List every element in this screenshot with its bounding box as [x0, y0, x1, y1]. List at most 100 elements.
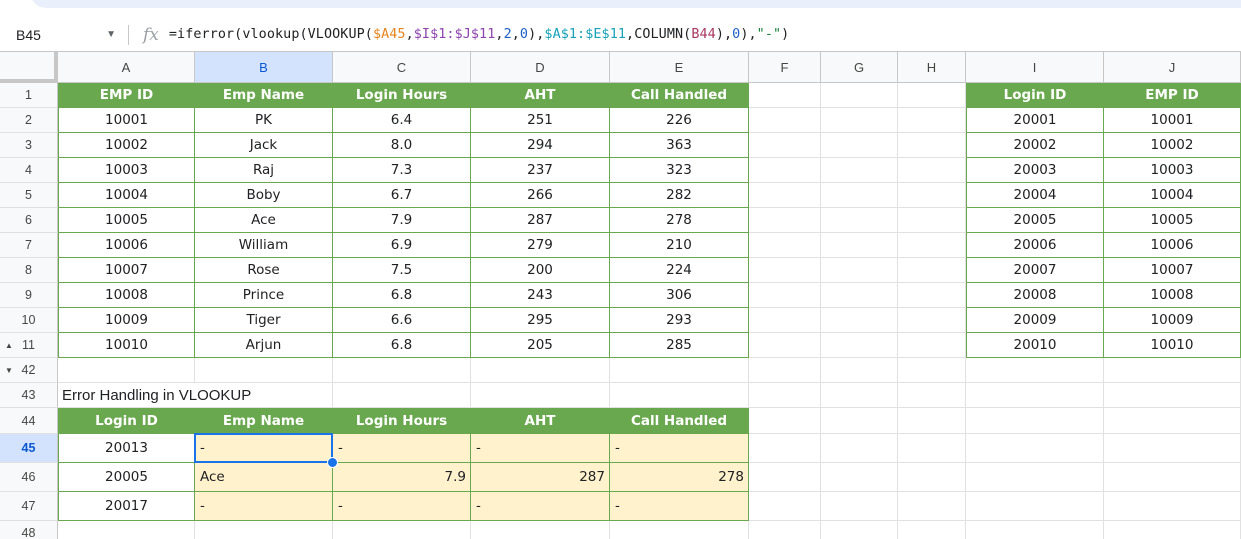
- cell[interactable]: [195, 383, 333, 408]
- table-cell[interactable]: 6.8: [333, 283, 471, 308]
- lookup-cell[interactable]: 20006: [966, 233, 1104, 258]
- table-cell[interactable]: 295: [471, 308, 610, 333]
- column-header-a[interactable]: A: [58, 52, 195, 83]
- cell[interactable]: [898, 434, 966, 463]
- column-header-h[interactable]: H: [898, 52, 966, 83]
- table-cell[interactable]: 10003: [58, 158, 195, 183]
- table-header-cell[interactable]: AHT: [471, 83, 610, 108]
- cell[interactable]: [821, 434, 898, 463]
- cell[interactable]: [471, 358, 610, 383]
- cell[interactable]: [821, 233, 898, 258]
- table-cell[interactable]: 266: [471, 183, 610, 208]
- cell[interactable]: [821, 283, 898, 308]
- table-cell[interactable]: 323: [610, 158, 749, 183]
- cell[interactable]: [821, 258, 898, 283]
- lookup-cell[interactable]: 10010: [1104, 333, 1241, 358]
- cell[interactable]: [749, 183, 821, 208]
- cell[interactable]: [898, 158, 966, 183]
- cell[interactable]: [898, 83, 966, 108]
- formula-input[interactable]: =iferror(vlookup(VLOOKUP($A45,$I$1:$J$11…: [169, 27, 789, 42]
- cell[interactable]: [898, 383, 966, 408]
- lookup-header-cell[interactable]: EMP ID: [1104, 83, 1241, 108]
- cell[interactable]: [966, 521, 1104, 539]
- table-cell[interactable]: 6.9: [333, 233, 471, 258]
- table-header-cell[interactable]: EMP ID: [58, 83, 195, 108]
- cell[interactable]: [1104, 492, 1241, 521]
- login-id-cell[interactable]: 20013: [58, 434, 195, 463]
- cell[interactable]: [821, 108, 898, 133]
- cell[interactable]: [749, 158, 821, 183]
- cell[interactable]: [821, 358, 898, 383]
- cell[interactable]: [898, 333, 966, 358]
- row-header-4[interactable]: 4: [0, 158, 58, 183]
- table-header-cell[interactable]: Call Handled: [610, 83, 749, 108]
- column-header-f[interactable]: F: [749, 52, 821, 83]
- cell[interactable]: [1104, 383, 1241, 408]
- cell[interactable]: [610, 383, 749, 408]
- cell[interactable]: [821, 308, 898, 333]
- login-id-cell[interactable]: 20005: [58, 463, 195, 492]
- row-header-2[interactable]: 2: [0, 108, 58, 133]
- column-header-j[interactable]: J: [1104, 52, 1241, 83]
- row-header-46[interactable]: 46: [0, 463, 58, 492]
- column-header-d[interactable]: D: [471, 52, 610, 83]
- row-header-42[interactable]: ▼ 42: [0, 358, 58, 383]
- column-header-i[interactable]: I: [966, 52, 1104, 83]
- table-cell[interactable]: 10008: [58, 283, 195, 308]
- section-title[interactable]: Error Handling in VLOOKUP: [58, 383, 251, 408]
- cell[interactable]: [749, 133, 821, 158]
- select-all-corner[interactable]: [0, 52, 58, 83]
- table-cell[interactable]: 224: [610, 258, 749, 283]
- table-cell[interactable]: 10004: [58, 183, 195, 208]
- column-header-b[interactable]: B: [195, 52, 333, 83]
- login-id-cell[interactable]: 20017: [58, 492, 195, 521]
- cell[interactable]: [898, 492, 966, 521]
- table-cell[interactable]: 10002: [58, 133, 195, 158]
- cell[interactable]: [966, 463, 1104, 492]
- cell[interactable]: [749, 83, 821, 108]
- name-box[interactable]: B45 ▼: [0, 18, 128, 51]
- cell[interactable]: [966, 492, 1104, 521]
- result-cell[interactable]: -: [333, 434, 471, 463]
- expand-rows-down-icon[interactable]: ▼: [5, 366, 13, 375]
- column-header-c[interactable]: C: [333, 52, 471, 83]
- result-cell[interactable]: -: [195, 492, 333, 521]
- cell[interactable]: [898, 258, 966, 283]
- result-cell[interactable]: Ace: [195, 463, 333, 492]
- cell[interactable]: [195, 521, 333, 539]
- cell[interactable]: [58, 521, 195, 539]
- result-header-cell[interactable]: Login ID: [58, 408, 195, 434]
- row-header-10[interactable]: 10: [0, 308, 58, 333]
- lookup-cell[interactable]: 10005: [1104, 208, 1241, 233]
- lookup-cell[interactable]: 20009: [966, 308, 1104, 333]
- table-cell[interactable]: 10006: [58, 233, 195, 258]
- lookup-cell[interactable]: 20007: [966, 258, 1104, 283]
- cell[interactable]: [749, 358, 821, 383]
- row-header-47[interactable]: 47: [0, 492, 58, 521]
- table-cell[interactable]: 6.6: [333, 308, 471, 333]
- cell[interactable]: [821, 133, 898, 158]
- table-cell[interactable]: 10010: [58, 333, 195, 358]
- cell[interactable]: [749, 521, 821, 539]
- cell[interactable]: [966, 383, 1104, 408]
- cell[interactable]: [749, 383, 821, 408]
- table-header-cell[interactable]: Login Hours: [333, 83, 471, 108]
- lookup-header-cell[interactable]: Login ID: [966, 83, 1104, 108]
- table-cell[interactable]: 7.5: [333, 258, 471, 283]
- cell[interactable]: [58, 358, 195, 383]
- cell[interactable]: [898, 358, 966, 383]
- cell[interactable]: [898, 208, 966, 233]
- table-cell[interactable]: Raj: [195, 158, 333, 183]
- table-cell[interactable]: 278: [610, 208, 749, 233]
- table-cell[interactable]: 6.8: [333, 333, 471, 358]
- result-header-cell[interactable]: Emp Name: [195, 408, 333, 434]
- cell[interactable]: [749, 463, 821, 492]
- table-cell[interactable]: 294: [471, 133, 610, 158]
- table-cell[interactable]: 285: [610, 333, 749, 358]
- row-header-11[interactable]: ▲ 11: [0, 333, 58, 358]
- lookup-cell[interactable]: 20008: [966, 283, 1104, 308]
- cell[interactable]: [1104, 408, 1241, 434]
- cell[interactable]: [749, 492, 821, 521]
- cell[interactable]: [1104, 521, 1241, 539]
- cell[interactable]: [821, 83, 898, 108]
